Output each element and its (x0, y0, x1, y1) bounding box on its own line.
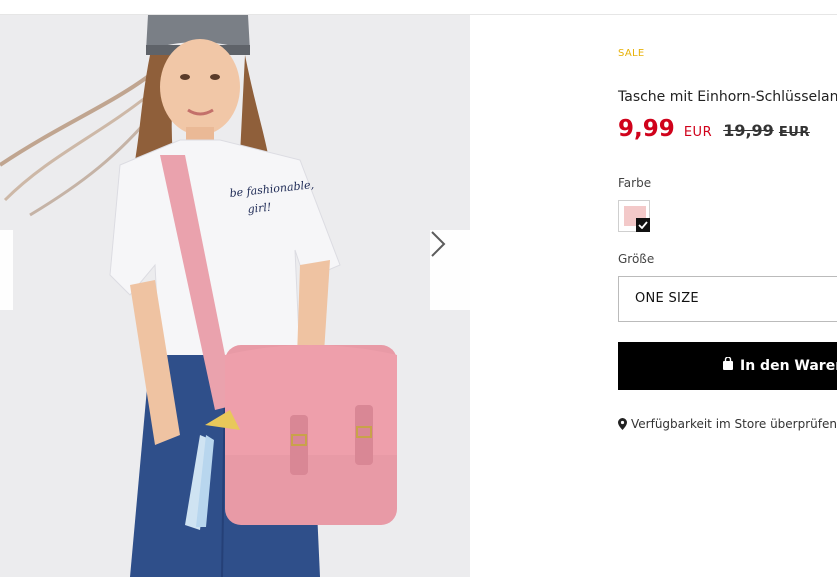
product-photo: be fashionable, girl! (0, 15, 470, 577)
sale-badge: SALE (618, 48, 645, 59)
add-to-cart-button[interactable]: In den Waren (618, 342, 837, 390)
current-currency: EUR (683, 125, 713, 140)
current-price: 9,99 (618, 116, 675, 142)
product-details: SALE Tasche mit Einhorn-Schlüsselan 9,99… (618, 0, 837, 577)
add-to-cart-label: In den Waren (740, 358, 837, 374)
shopping-bag-icon (722, 342, 734, 390)
size-select-value: ONE SIZE (635, 291, 699, 306)
store-availability-link[interactable]: Verfügbarkeit im Store überprüfen (618, 417, 837, 433)
store-availability-label: Verfügbarkeit im Store überprüfen (631, 417, 837, 431)
price-block: 9,99 EUR 19,99 EUR (618, 116, 810, 142)
old-currency: EUR (778, 125, 810, 140)
svg-text:girl!: girl! (247, 201, 272, 216)
old-price: 19,99 (723, 121, 774, 140)
map-pin-icon (618, 418, 627, 433)
product-image-gallery[interactable]: be fashionable, girl! (0, 15, 470, 577)
size-select[interactable]: ONE SIZE (618, 276, 837, 322)
gallery-prev-button[interactable] (0, 230, 13, 310)
color-label: Farbe (618, 176, 652, 190)
size-label: Größe (618, 252, 655, 266)
chevron-right-icon (431, 231, 446, 257)
color-swatch-pink[interactable] (618, 200, 650, 232)
gallery-next-button[interactable] (430, 230, 470, 310)
product-title: Tasche mit Einhorn-Schlüsselan (618, 89, 837, 105)
checkmark-icon (636, 218, 650, 232)
